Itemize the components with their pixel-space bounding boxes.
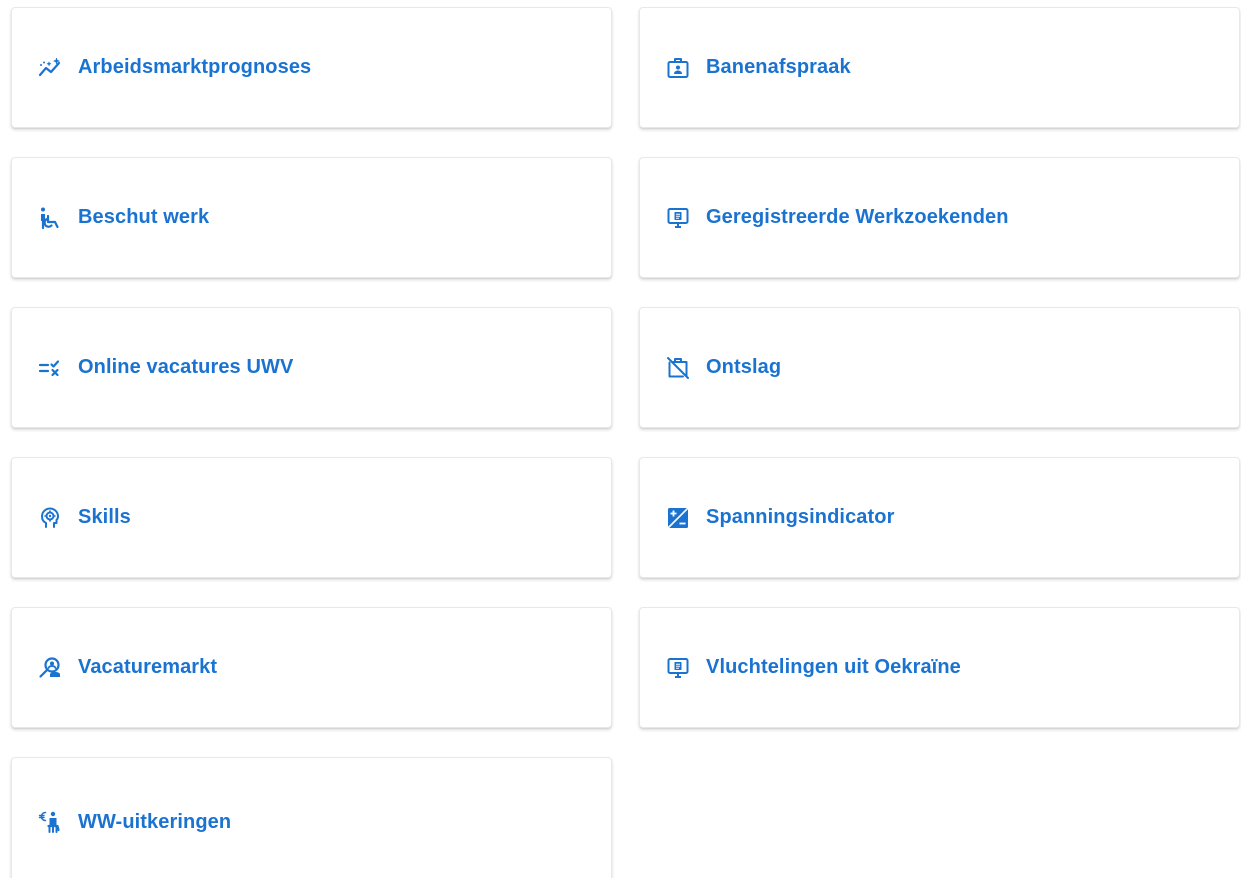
card-online-vacatures-uwv[interactable]: Online vacatures UWV xyxy=(11,307,612,428)
monitor-document-icon xyxy=(666,656,690,680)
card-label: Online vacatures UWV xyxy=(78,356,294,378)
card-label: Skills xyxy=(78,506,131,528)
monitor-document-icon xyxy=(666,206,690,230)
plus-minus-square-icon xyxy=(666,506,690,530)
card-arbeidsmarktprognoses[interactable]: Arbeidsmarktprognoses xyxy=(11,7,612,128)
list-check-icon xyxy=(38,356,62,380)
accessibility-icon xyxy=(38,206,62,230)
euro-person-icon xyxy=(38,810,62,834)
card-label: Spanningsindicator xyxy=(706,506,895,528)
card-label: WW-uitkeringen xyxy=(78,810,232,833)
card-label: Arbeidsmarktprognoses xyxy=(78,56,312,78)
card-beschut-werk[interactable]: Beschut werk xyxy=(11,157,612,278)
card-vluchtelingen-uit-oekraine[interactable]: Vluchtelingen uit Oekraïne xyxy=(639,607,1240,728)
card-ww-uitkeringen[interactable]: WW-uitkeringen xyxy=(11,757,612,878)
card-vacaturemarkt[interactable]: Vacaturemarkt xyxy=(11,607,612,728)
card-label: Vluchtelingen uit Oekraïne xyxy=(706,656,961,678)
card-label: Vacaturemarkt xyxy=(78,656,218,678)
card-label: Banenafspraak xyxy=(706,56,851,78)
card-geregistreerde-werkzoekenden[interactable]: Geregistreerde Werkzoekenden xyxy=(639,157,1240,278)
briefcase-off-icon xyxy=(666,356,690,380)
card-label: Geregistreerde Werkzoekenden xyxy=(706,206,1009,228)
id-badge-briefcase-icon xyxy=(666,56,690,80)
card-label: Ontslag xyxy=(706,356,782,378)
head-gear-icon xyxy=(38,506,62,530)
card-spanningsindicator[interactable]: Spanningsindicator xyxy=(639,457,1240,578)
card-label: Beschut werk xyxy=(78,206,210,228)
card-ontslag[interactable]: Ontslag xyxy=(639,307,1240,428)
person-search-icon xyxy=(38,656,62,680)
tile-grid: Arbeidsmarktprognoses Banenafspraak Besc… xyxy=(11,7,1241,878)
card-banenafspraak[interactable]: Banenafspraak xyxy=(639,7,1240,128)
trend-chart-icon xyxy=(38,56,62,80)
card-skills[interactable]: Skills xyxy=(11,457,612,578)
